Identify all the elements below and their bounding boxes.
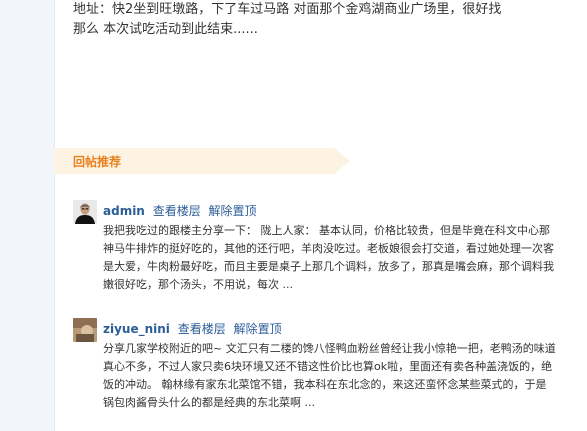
reply-body: 我把我吃过的跟楼主分享一下： 陇上人家： 基本认同，价格比较贵，但是毕竟在科文中… [103, 222, 587, 294]
username-link[interactable]: ziyue_nini [103, 322, 170, 336]
view-floor-link[interactable]: 查看楼层 [178, 322, 226, 336]
post-line: 那么 本次试吃活动到此结束...... [73, 22, 258, 37]
view-floor-link[interactable]: 查看楼层 [153, 204, 201, 218]
unpin-link[interactable]: 解除置顶 [209, 204, 257, 218]
reply-line: 神马牛排炸的挺好吃的，其他的还行吧，羊肉没吃过。老板娘很会打交道，看过她处理一次… [103, 242, 554, 255]
reply-header: ziyue_nini 查看楼层 解除置顶 [103, 321, 282, 337]
username-link[interactable]: admin [103, 204, 145, 218]
reply-line: 饭的冲动。 翰林缘有家东北菜馆不错，我本科在东北念的，来这还蛮怀念某些菜式的，于… [103, 378, 547, 391]
post-line: 地址：快2坐到旺墩路，下了车过马路 对面那个金鸡湖商业广场里，很好找 [73, 2, 502, 17]
post-content: 地址：快2坐到旺墩路，下了车过马路 对面那个金鸡湖商业广场里，很好找 那么 本次… [73, 0, 583, 40]
reply-header: admin 查看楼层 解除置顶 [103, 203, 257, 219]
reply-line: 是大爱，牛肉粉最好吃，而且主要是桌子上那几个调料，放多了，那真是嘴会麻，那个调料… [103, 260, 554, 273]
reply-body: 分享几家学校附近的吧~ 文汇只有二楼的馋八怪鸭血粉丝曾经让我小惊艳一把，老鸭汤的… [103, 340, 587, 412]
avatar[interactable] [73, 318, 97, 342]
reply-line: 分享几家学校附近的吧~ 文汇只有二楼的馋八怪鸭血粉丝曾经让我小惊艳一把，老鸭汤的… [103, 342, 556, 355]
reply-line: 我把我吃过的跟楼主分享一下： 陇上人家： 基本认同，价格比较贵，但是毕竟在科文中… [103, 224, 550, 237]
unpin-link[interactable]: 解除置顶 [234, 322, 282, 336]
avatar[interactable] [73, 200, 97, 224]
reply-line: 真心不多，不过人家只卖6块环境又还不错这性价比也算ok啦，里面还有卖各种盖浇饭的… [103, 360, 553, 373]
reply-line: 锅包肉酱骨头什么的都是经典的东北菜啊 ... [103, 396, 315, 409]
left-sidebar-strip [0, 0, 55, 431]
reply-line: 嫩很好吃，那个汤头，不用说，每次 ... [103, 278, 293, 291]
reply-recommend-title: 回帖推荐 [73, 155, 122, 169]
